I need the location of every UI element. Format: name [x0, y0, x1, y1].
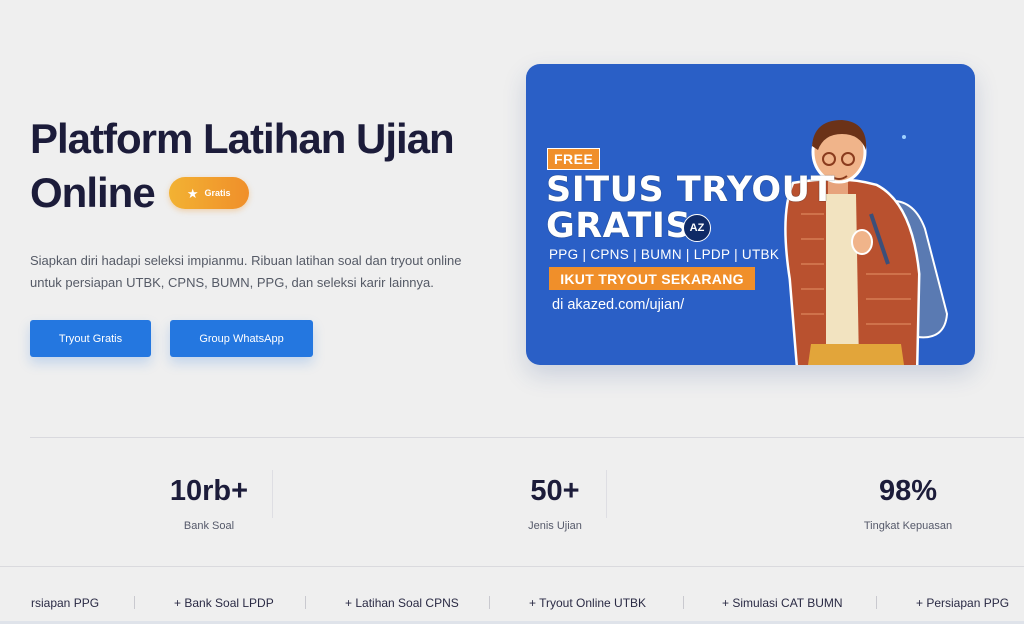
ticker-item: + Bank Soal LPDP: [174, 596, 274, 610]
stat-value: 98%: [878, 475, 938, 507]
ticker-item: + Tryout Online UTBK: [529, 596, 647, 610]
title-line-2-row: Online ★ Gratis: [30, 166, 480, 220]
hero-buttons: Tryout Gratis Group WhatsApp: [30, 320, 313, 357]
badge-label: Gratis: [204, 188, 231, 198]
title-line-2: Online: [30, 169, 156, 216]
banner-exam-tags: PPG | CPNS | BUMN | LPDP | UTBK: [549, 247, 780, 262]
banner-title-line-1: SITUS TRYOUT: [546, 170, 835, 210]
az-logo-icon: AZ: [683, 214, 711, 242]
hero-text: Platform Latihan Ujian Online ★ Gratis S…: [30, 112, 480, 294]
ticker-item: + Latihan Soal CPNS: [345, 596, 459, 610]
star-icon: ★: [186, 185, 199, 201]
ticker-separator: [683, 596, 684, 609]
title-line-1: Platform Latihan Ujian: [30, 115, 455, 162]
stat-label: Jenis Ujian: [528, 520, 582, 532]
hero-description: Siapkan diri hadapi seleksi impianmu. Ri…: [30, 253, 462, 290]
divider: [30, 437, 1024, 438]
exam-ticker: rsiapan PPG + Bank Soal LPDP + Latihan S…: [0, 594, 1024, 614]
group-whatsapp-button[interactable]: Group WhatsApp: [170, 320, 313, 357]
divider: [0, 566, 1024, 567]
free-badge: ★ Gratis: [168, 177, 249, 209]
ticker-item: rsiapan PPG: [31, 596, 100, 610]
ticker-separator: [134, 596, 135, 609]
stat-label: Tingkat Kepuasan: [863, 520, 953, 532]
ticker-item: + Persiapan PPG: [916, 596, 1010, 610]
promo-banner[interactable]: FREE SITUS TRYOUT GRATIS AZ PPG | CPNS |…: [526, 64, 975, 365]
stat-jenis-ujian: 50+ Jenis Ujian: [465, 474, 645, 532]
stat-divider: [272, 470, 273, 518]
ticker-separator: [876, 596, 877, 609]
banner-cta: IKUT TRYOUT SEKARANG: [549, 267, 755, 290]
stat-label: Bank Soal: [183, 520, 235, 532]
tryout-gratis-button[interactable]: Tryout Gratis: [30, 320, 151, 357]
banner-url: di akazed.com/ujian/: [552, 297, 685, 313]
ticker-item: + Simulasi CAT BUMN: [722, 596, 843, 610]
ticker-separator: [305, 596, 306, 609]
stat-tingkat-kepuasan: 98% Tingkat Kepuasan: [818, 474, 998, 532]
stat-divider: [606, 470, 607, 518]
ticker-separator: [489, 596, 490, 609]
banner-free-tag: FREE: [547, 148, 601, 170]
page-title: Platform Latihan Ujian Online ★ Gratis: [30, 112, 480, 220]
stat-value: 50+: [530, 475, 580, 507]
